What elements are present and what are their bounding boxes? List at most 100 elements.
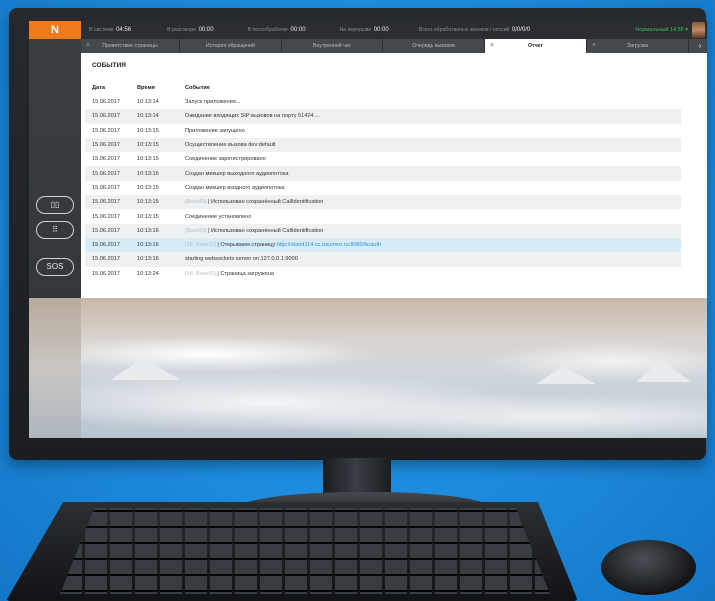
column-date[interactable]: Дата [85, 81, 137, 95]
cell-date: 15.06.2017 [92, 270, 120, 277]
event-text: starting websockets server on 127.0.0.1:… [185, 256, 298, 263]
event-text: Ожидание входящих SIP вызовов на порту 5… [185, 113, 320, 120]
table-row[interactable]: 15.06.2017 10:13:15 Соединение зарегистрир… [85, 152, 681, 166]
table-row[interactable]: 15.06.2017 10:13:15 Создан микшер выходног… [85, 166, 681, 181]
stat-post-processing: В постобработке 00:00 [247, 27, 306, 33]
event-text: | Использован сохранённый CallIdentifica… [206, 227, 324, 234]
event-text: Осуществление вызова dev:default [185, 142, 276, 149]
cell-event: Создан микшер выходного аудиопотока [185, 166, 681, 181]
cell-event: Запуск приложения... [185, 95, 681, 109]
table-row[interactable]: 15.06.2017 10:13:15 Осуществление вызова d… [85, 137, 681, 153]
stat-on-break: На перерыве 00:00 [339, 27, 389, 33]
event-link[interactable]: http://stand114.cc.naumen.ru:8080/fx/aut… [277, 242, 381, 248]
book-icon: ▯▯ [50, 200, 60, 209]
cell-time: 10:13:15 [137, 127, 159, 134]
mouse [601, 540, 696, 595]
tab-loading[interactable]: × Загрузка [587, 39, 689, 53]
book-button[interactable]: ▯▯ [36, 196, 74, 214]
event-text: | Использован сохранённый CallIdentifica… [206, 199, 324, 206]
table-row[interactable]: 15.06.2017 10:13:16 [BaseID] | Использован… [85, 223, 681, 238]
sos-button[interactable]: SOS [36, 258, 74, 276]
panel-title: СОБЫТИЯ [92, 62, 126, 69]
cell-time: 10:13:24 [137, 270, 159, 277]
status-bar: В системе 04:56 В разговоре 00:00 В пост… [81, 21, 707, 39]
close-icon[interactable]: × [490, 39, 494, 53]
cell-date: 15.06.2017 [92, 127, 120, 134]
cell-event: [16, BaseID] | Страница загружена [185, 267, 681, 281]
cell-date: 15.06.2017 [85, 166, 137, 181]
cell-time: 10:13:16 [137, 237, 185, 253]
cell-date: 15.06.2017 [85, 195, 137, 210]
cell-event: [BaseID] | Использован сохранённый CallI… [185, 223, 681, 238]
close-icon[interactable]: × [592, 39, 596, 53]
cell-date: 15.06.2017 [92, 99, 120, 106]
cell-event: Соединение зарегистрировано [185, 152, 681, 166]
cell-event: Соединение установлено [185, 209, 681, 223]
cell-time: 10:13:15 [137, 156, 159, 163]
table-header: Дата Время Событие [85, 81, 681, 95]
wallpaper-clouds [81, 298, 707, 438]
stat-processed: Всего обработанных звонков / сессий 0/0/… [418, 27, 531, 33]
tab-greeting[interactable]: × Приветствие страницы [81, 39, 180, 53]
tab-call-queue[interactable]: Очередь вызовов [383, 39, 485, 53]
stat-in-system: В системе 04:56 [89, 27, 132, 33]
table-row[interactable]: 15.06.2017 10:13:15 Создан микшер входного… [85, 181, 681, 195]
agent-status-dropdown[interactable]: Нормальный 14:55 ▾ [635, 27, 688, 33]
cell-event: [16, BaseID] | Открываем страницу http:/… [185, 237, 681, 253]
table-row[interactable]: 15.06.2017 10:13:15 Соединение установлено [85, 209, 681, 223]
events-table: Дата Время Событие 15.06.2017 10:13:14 Зап… [85, 81, 681, 281]
table-row[interactable]: 15.06.2017 10:13:16 [16, BaseID] | Открыва… [85, 237, 681, 253]
app-screen: N ▯▯ ⠿ SOS В системе 04:56 В разговоре 0… [29, 21, 707, 438]
cell-time: 10:13:16 [137, 223, 185, 238]
cell-event: Приложение запущено [185, 124, 681, 138]
brand-logo: N [29, 21, 81, 39]
event-text: Создан микшер входного аудиопотока [185, 184, 285, 191]
event-source-id: [BaseID] [185, 199, 207, 206]
cell-time: 10:13:16 [137, 252, 185, 267]
table-row[interactable]: 15.06.2017 10:13:14 Ожидание входящих SIP … [85, 109, 681, 124]
cell-time: 10:13:15 [137, 195, 185, 210]
event-text: | Открываем страницу [215, 242, 277, 249]
cell-event: starting websockets server on 127.0.0.1:… [185, 252, 681, 267]
event-text: Запуск приложения... [185, 99, 241, 106]
cell-event: Осуществление вызова dev:default [185, 137, 681, 153]
table-row[interactable]: 15.06.2017 10:13:16 starting websockets se… [85, 252, 681, 267]
cell-time: 10:13:15 [137, 137, 185, 153]
cell-event: Создан микшер входного аудиопотока [185, 181, 681, 195]
mountain-peak [536, 366, 596, 384]
table-row[interactable]: 15.06.2017 10:13:15 [BaseID] | Использован… [85, 195, 681, 210]
sidebar-background-image [29, 298, 81, 438]
cell-time: 10:13:14 [137, 99, 159, 106]
table-row[interactable]: 15.06.2017 10:13:14 Запуск приложения... [85, 95, 681, 109]
cell-time: 10:13:15 [137, 213, 159, 220]
event-text: Создан микшер выходного аудиопотока [185, 170, 289, 177]
event-text: | Страница загружена [215, 270, 274, 277]
tab-report[interactable]: × Отчет [485, 39, 587, 53]
cell-time: 10:13:15 [137, 184, 159, 191]
column-time[interactable]: Время [137, 81, 185, 95]
tab-chat[interactable]: Внутренний чат [282, 39, 383, 53]
cell-date: 15.06.2017 [92, 213, 120, 220]
tab-bar: × Приветствие страницы История обращений… [81, 39, 707, 53]
events-panel: СОБЫТИЯ Дата Время Событие 15.06.2017 10:… [81, 53, 685, 298]
monitor-frame: N ▯▯ ⠿ SOS В системе 04:56 В разговоре 0… [9, 8, 707, 460]
avatar[interactable] [692, 22, 705, 38]
tab-history[interactable]: История обращений [180, 39, 282, 53]
event-text: Соединение установлено [185, 213, 252, 220]
stat-in-call: В разговоре 00:00 [167, 27, 214, 33]
table-row[interactable]: 15.06.2017 10:13:24 [16, BaseID] | Страниц… [85, 267, 681, 281]
table-row[interactable]: 15.06.2017 10:13:15 Приложение запущено [85, 124, 681, 138]
cell-date: 15.06.2017 [85, 237, 137, 253]
cell-date: 15.06.2017 [92, 156, 120, 163]
event-source-id: [BaseID] [185, 227, 207, 234]
column-event[interactable]: Событие [185, 81, 681, 95]
cell-event: [BaseID] | Использован сохранённый CallI… [185, 195, 681, 210]
cell-event: Ожидание входящих SIP вызовов на порту 5… [185, 109, 681, 124]
dialpad-button[interactable]: ⠿ [36, 221, 74, 239]
keyboard-keys [60, 508, 550, 594]
cell-time: 10:13:15 [137, 166, 185, 181]
mountain-peak [636, 360, 691, 382]
chevron-right-icon[interactable]: › [693, 39, 707, 53]
close-icon[interactable]: × [86, 39, 90, 53]
event-text: Соединение зарегистрировано [185, 156, 266, 163]
